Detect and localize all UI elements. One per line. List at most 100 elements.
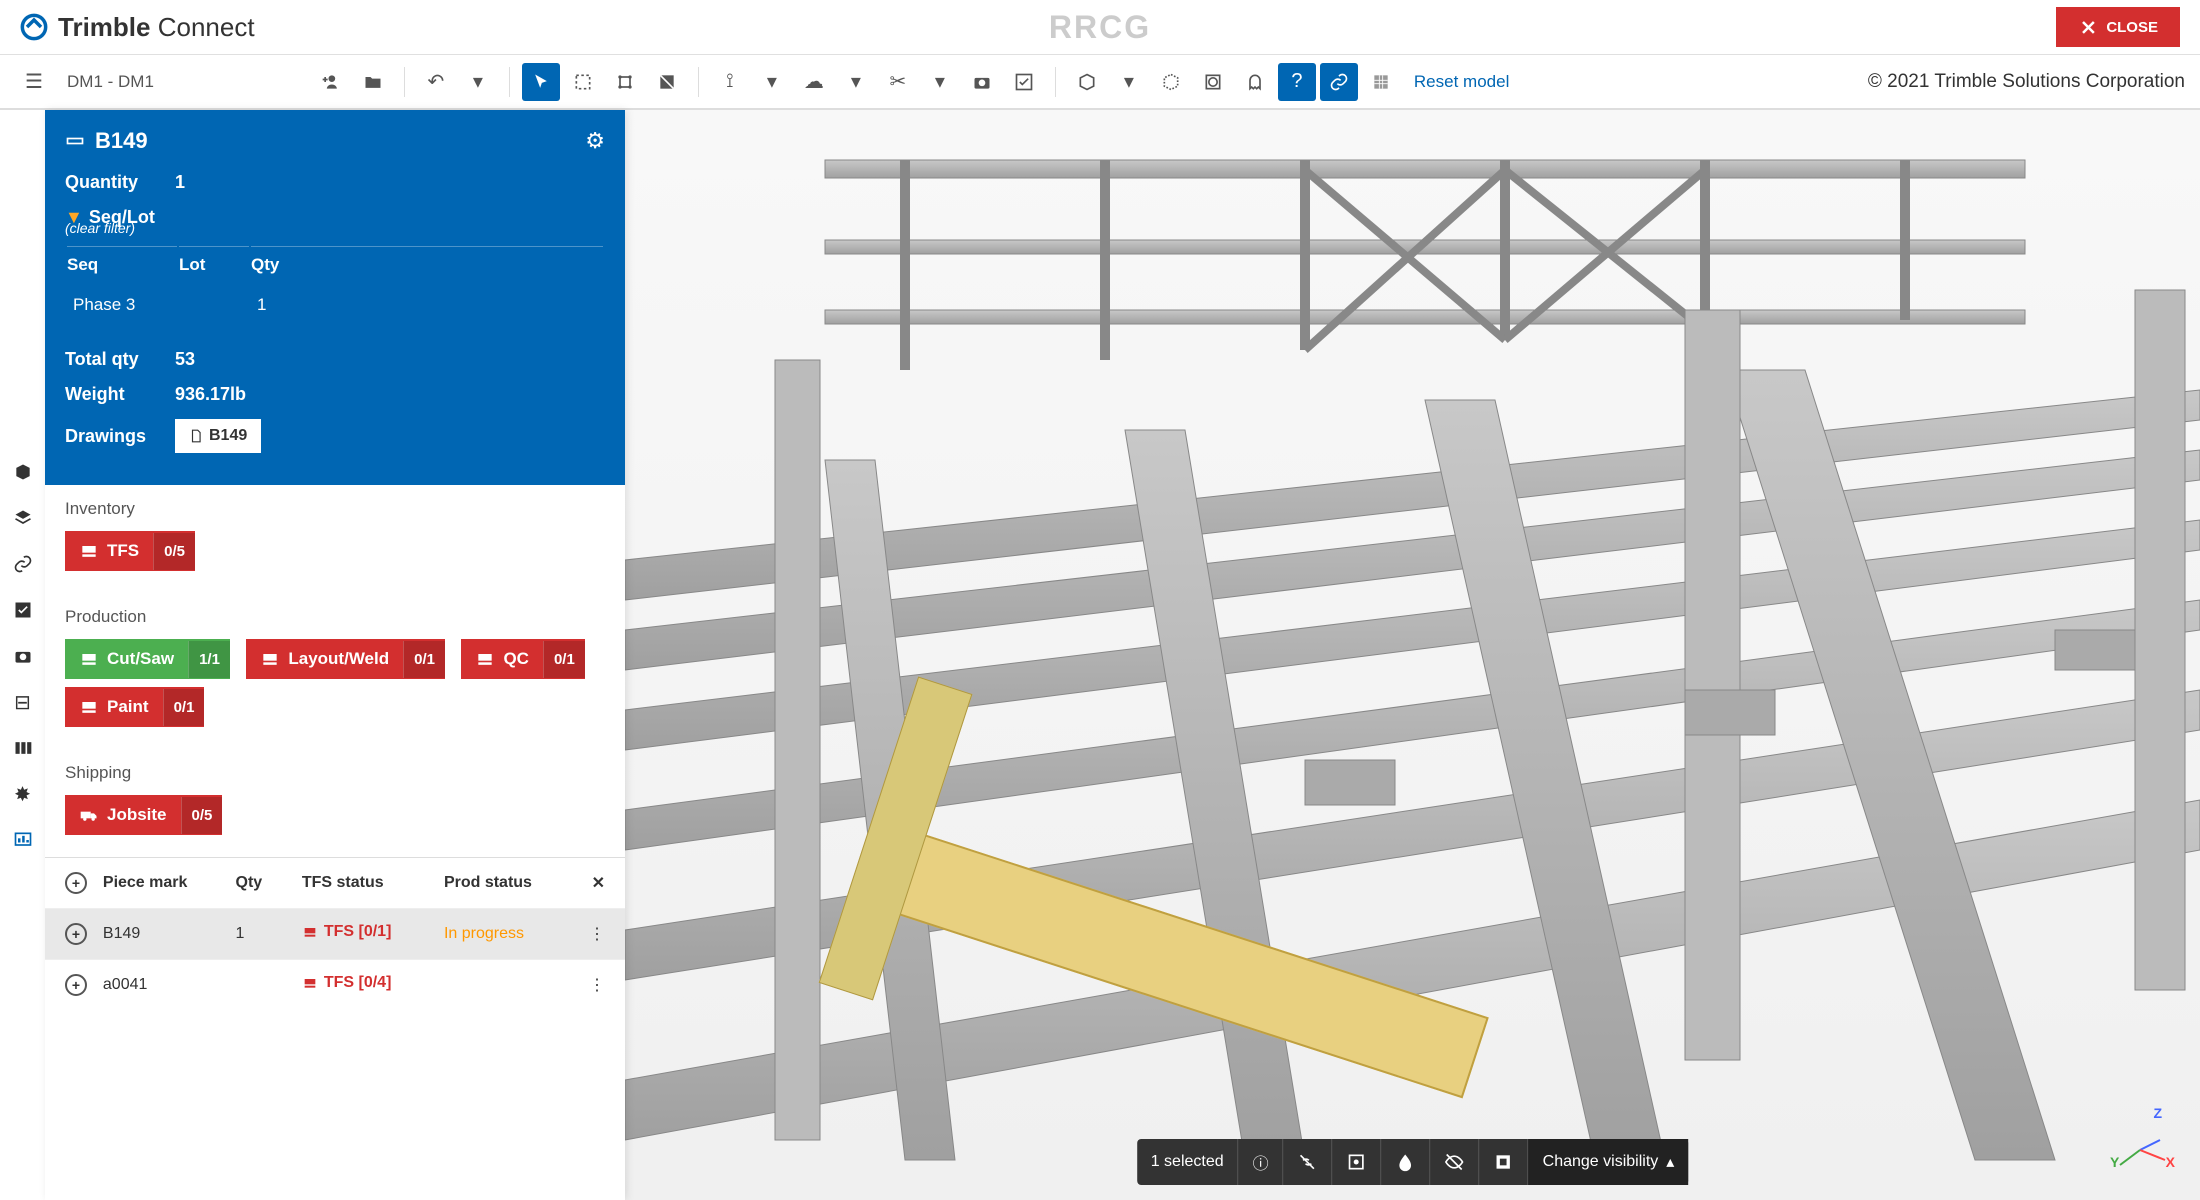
folder-icon[interactable]	[354, 63, 392, 101]
rail-check-icon[interactable]	[11, 598, 35, 622]
dropdown4-icon[interactable]: ▾	[921, 63, 959, 101]
select-tool[interactable]	[522, 63, 560, 101]
ghost-icon[interactable]	[1236, 63, 1274, 101]
paint-icon[interactable]	[1382, 1139, 1431, 1185]
add-user-icon[interactable]	[312, 63, 350, 101]
paint-chip[interactable]: Paint 0/1	[65, 687, 204, 727]
link-icon[interactable]	[1320, 63, 1358, 101]
col-tfs-status: TFS status	[302, 874, 444, 892]
camera-icon[interactable]	[963, 63, 1001, 101]
cloud-icon[interactable]: ☁	[795, 63, 833, 101]
drawings-button[interactable]: B149	[175, 419, 261, 453]
close-icon	[2078, 17, 2098, 37]
fit-icon[interactable]	[1333, 1139, 1382, 1185]
axis-gizmo[interactable]: Z X Y	[2110, 1110, 2170, 1170]
trimble-logo-icon	[20, 13, 48, 41]
cube-icon[interactable]	[1068, 63, 1106, 101]
seq-row[interactable]: Phase 3 1	[67, 285, 603, 325]
watermark: RRCG	[1049, 9, 1151, 46]
3d-viewport[interactable]: 1 selected ⓘ Change visibility ▴ Z X Y	[625, 110, 2200, 1200]
logo: Trimble Connect	[20, 12, 255, 43]
breadcrumb: DM1 - DM1	[67, 72, 154, 92]
quantity-value: 1	[175, 172, 185, 193]
drawings-label: Drawings	[65, 426, 155, 447]
isolate-icon[interactable]	[1480, 1139, 1529, 1185]
gear-icon[interactable]: ⚙	[585, 128, 605, 154]
table-row[interactable]: + a0041 TFS [0/4] ⋮	[45, 959, 625, 1010]
expand-icon[interactable]: +	[65, 923, 87, 945]
panel-title: B149	[65, 128, 148, 154]
expand-all-icon[interactable]: +	[65, 872, 87, 894]
col-qty: Qty	[251, 246, 603, 283]
expand-icon[interactable]: +	[65, 974, 87, 996]
rail-hierarchy-icon[interactable]: ⊟	[11, 690, 35, 714]
shipping-section: Shipping Jobsite 0/5	[45, 749, 625, 857]
document-icon	[189, 429, 203, 443]
cutsaw-chip[interactable]: Cut/Saw 1/1	[65, 639, 230, 679]
dropdown2-icon[interactable]: ▾	[753, 63, 791, 101]
menu-icon[interactable]: ☰	[15, 63, 53, 101]
col-lot: Lot	[179, 246, 249, 283]
pallet-icon	[79, 697, 99, 717]
rail-columns-icon[interactable]	[11, 736, 35, 760]
selection-count: 1 selected	[1137, 1139, 1239, 1185]
checkbox-icon[interactable]	[1005, 63, 1043, 101]
pallet-icon	[260, 649, 280, 669]
measure-icon[interactable]: ⟟	[711, 63, 749, 101]
quantity-label: Quantity	[65, 172, 155, 193]
axis-x-label: X	[2166, 1154, 2175, 1170]
app-header: Trimble Connect RRCG CLOSE	[0, 0, 2200, 55]
tools-icon[interactable]: ✕	[592, 875, 605, 892]
production-title: Production	[65, 607, 605, 627]
main-toolbar: ☰ DM1 - DM1 ↶ ▾ ⟟ ▾ ☁ ▾ ✂ ▾ ▾ ? Reset mo…	[0, 55, 2200, 110]
tfs-chip[interactable]: TFS 0/5	[65, 531, 195, 571]
dropdown-icon[interactable]: ▾	[459, 63, 497, 101]
row-menu-icon[interactable]: ⋮	[577, 924, 605, 944]
pallet-icon	[79, 541, 99, 561]
transform-icon[interactable]	[606, 63, 644, 101]
rail-settings-icon[interactable]: ✸	[11, 782, 35, 806]
change-visibility-dropdown[interactable]: Change visibility ▴	[1529, 1139, 1689, 1185]
weight-value: 936.17lb	[175, 384, 246, 405]
wireframe-icon[interactable]	[1194, 63, 1232, 101]
rail-link-icon[interactable]	[11, 552, 35, 576]
help-icon[interactable]: ?	[1278, 63, 1316, 101]
cube2-icon[interactable]	[1152, 63, 1190, 101]
rail-camera-icon[interactable]	[11, 644, 35, 668]
rail-layers-icon[interactable]	[11, 506, 35, 530]
cut-icon[interactable]: ✂	[879, 63, 917, 101]
contrast-icon[interactable]	[648, 63, 686, 101]
seq-lot-table: Seq Lot Qty Phase 3 1	[65, 244, 605, 327]
rect-select-icon[interactable]	[564, 63, 602, 101]
properties-panel: B149 ⚙ Quantity 1 ▼Seq/Lot (clear filter…	[45, 110, 625, 1200]
info-icon[interactable]: ⓘ	[1239, 1139, 1284, 1185]
rail-cube-icon[interactable]	[11, 460, 35, 484]
rail-dashboard-icon[interactable]	[11, 828, 35, 852]
row-menu-icon[interactable]: ⋮	[577, 975, 605, 995]
unlink-icon[interactable]	[1284, 1139, 1333, 1185]
undo-icon[interactable]: ↶	[417, 63, 455, 101]
pallet-icon	[79, 649, 99, 669]
reset-model-link[interactable]: Reset model	[1414, 72, 1509, 92]
table-row[interactable]: + B149 1 TFS [0/1] In progress ⋮	[45, 908, 625, 959]
production-section: Production Cut/Saw 1/1 Layout/Weld 0/1 Q…	[45, 593, 625, 749]
pallet-icon	[475, 649, 495, 669]
inventory-section: Inventory TFS 0/5	[45, 485, 625, 593]
axis-z-label: Z	[2153, 1105, 2162, 1121]
beam-icon	[65, 131, 85, 151]
copyright-text: © 2021 Trimble Solutions Corporation	[1868, 71, 2185, 93]
qc-chip[interactable]: QC 0/1	[461, 639, 584, 679]
shipping-title: Shipping	[65, 763, 605, 783]
hide-icon[interactable]	[1431, 1139, 1480, 1185]
total-qty-label: Total qty	[65, 349, 155, 370]
selection-toolbar: 1 selected ⓘ Change visibility ▴	[1137, 1139, 1689, 1185]
dropdown3-icon[interactable]: ▾	[837, 63, 875, 101]
dropdown5-icon[interactable]: ▾	[1110, 63, 1148, 101]
col-prod-status: Prod status	[444, 874, 577, 892]
grid-icon[interactable]	[1362, 63, 1400, 101]
close-button[interactable]: CLOSE	[2056, 7, 2180, 47]
layoutweld-chip[interactable]: Layout/Weld 0/1	[246, 639, 445, 679]
truck-icon	[79, 805, 99, 825]
inventory-title: Inventory	[65, 499, 605, 519]
jobsite-chip[interactable]: Jobsite 0/5	[65, 795, 222, 835]
